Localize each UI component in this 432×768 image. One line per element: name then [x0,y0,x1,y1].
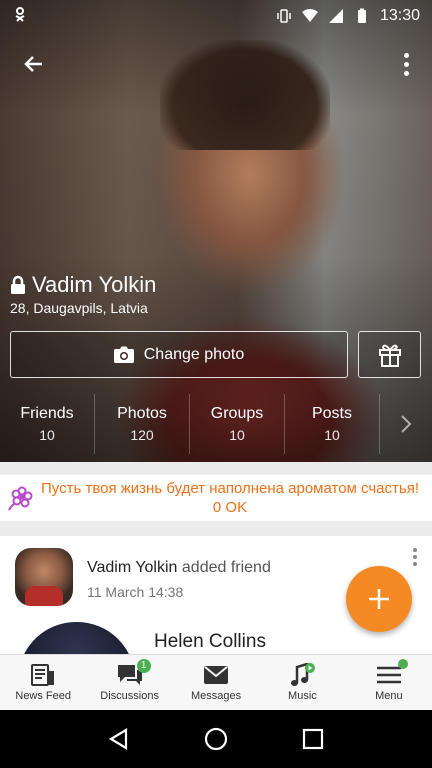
discussions-icon: 1 [117,659,151,687]
promo-banner[interactable]: Пусть твоя жизнь будет наполнена аромато… [0,475,432,521]
arrow-left-icon [24,56,42,72]
feed-date: 11 March 14:38 [87,584,184,600]
signal-icon [328,9,343,23]
tab-label: Messages [190,690,242,702]
plus-icon [369,589,389,609]
tab-label: Menu [375,690,403,702]
odnoklassniki-notification-icon [12,6,276,27]
avatar[interactable] [15,548,73,606]
profile-name-row: Vadim Yolkin [10,272,156,298]
stat-photos[interactable]: Photos 120 [95,394,190,454]
profile-screen: 13:30 Vadim Yolkin 28, Daugavpils, Latvi… [0,0,432,768]
gift-icon [378,344,401,367]
menu-icon [376,659,408,687]
vibrate-icon [277,9,291,23]
top-bar [0,44,432,84]
messages-icon [204,666,229,684]
add-fab-button[interactable] [346,566,412,632]
feed-action-text: added friend [181,559,271,576]
tab-label: Discussions [100,690,159,702]
stat-value: 10 [39,427,55,443]
send-gift-button[interactable] [358,331,421,378]
discussions-badge: 1 [136,659,151,673]
bottom-tab-bar: News Feed 1 Discussions Messages Music M… [0,654,432,710]
stat-value: 120 [130,427,154,443]
status-time: 13:30 [379,7,420,24]
flower-icon [0,475,40,521]
change-photo-button[interactable]: Change photo [10,331,348,378]
stat-value: 10 [324,427,340,443]
menu-notification-dot [397,659,408,669]
back-button[interactable] [18,48,50,80]
promo-text: Пусть твоя жизнь будет наполнена аромато… [41,480,419,516]
tab-label: Music [288,690,317,702]
feed-actor-name[interactable]: Vadim Yolkin [87,559,177,576]
tab-news-feed[interactable]: News Feed [0,655,86,710]
stats-scroll-button[interactable] [380,394,432,454]
tab-messages[interactable]: Messages [173,655,259,710]
stat-label: Friends [20,405,74,422]
feed-more-button[interactable] [410,548,420,572]
profile-name: Vadim Yolkin [32,272,157,297]
stat-value: 10 [229,427,245,443]
profile-stats: Friends 10 Photos 120 Groups 10 Posts 10 [0,394,432,454]
stat-label: Posts [311,405,352,422]
camera-icon [113,346,134,363]
tab-label: News Feed [15,690,72,702]
system-nav-bar [0,710,432,768]
stat-groups[interactable]: Groups 10 [190,394,285,454]
status-bar: 13:30 [0,0,432,32]
battery-icon [357,8,366,23]
profile-subtitle: 28, Daugavpils, Latvia [10,300,148,316]
friend-name[interactable]: Helen Collins [154,631,266,653]
stat-label: Groups [210,405,264,422]
news-feed-icon [31,664,55,686]
more-vert-icon [413,548,417,552]
wifi-icon [301,9,318,22]
home-nav-icon[interactable] [204,727,228,751]
tab-menu[interactable]: Menu [346,655,432,710]
tab-music[interactable]: Music [259,655,345,710]
stat-friends[interactable]: Friends 10 [0,394,95,454]
lock-icon [11,275,25,294]
tab-discussions[interactable]: 1 Discussions [86,655,172,710]
stat-label: Photos [117,405,167,422]
more-options-button[interactable] [398,48,414,80]
feed-card-title: Vadim Yolkin added friend [87,559,271,577]
recents-nav-icon[interactable] [301,727,325,751]
chevron-right-icon [401,415,412,433]
back-nav-icon[interactable] [107,727,131,751]
music-icon [289,662,316,687]
stat-posts[interactable]: Posts 10 [285,394,380,454]
more-vert-icon [403,52,409,58]
change-photo-label: Change photo [143,345,245,363]
